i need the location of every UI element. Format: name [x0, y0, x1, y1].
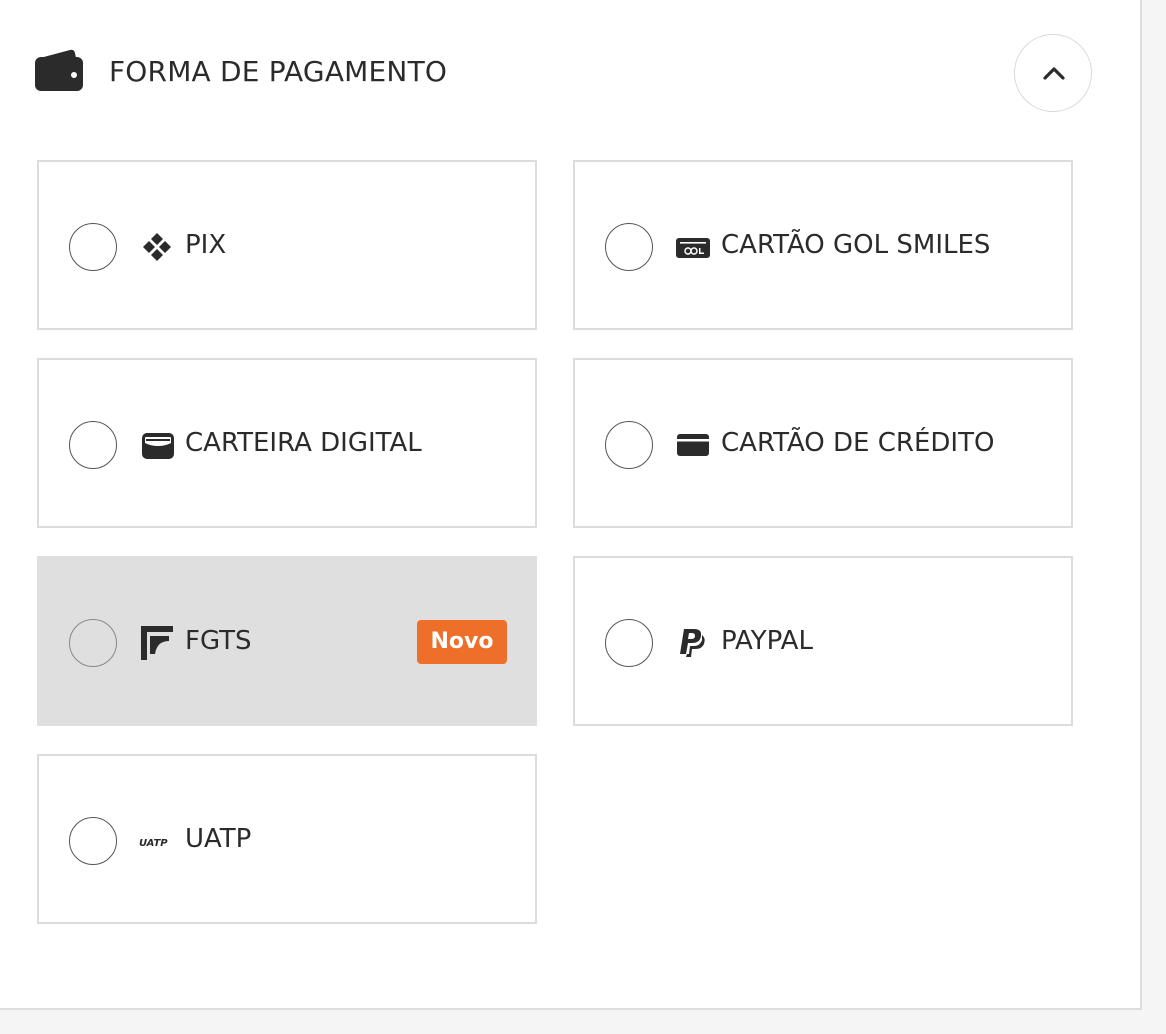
radio-button[interactable]	[605, 223, 653, 271]
fgts-icon	[139, 624, 175, 662]
pix-icon	[139, 232, 175, 262]
option-label: CARTEIRA DIGITAL	[185, 428, 422, 458]
option-label: PAYPAL	[721, 626, 813, 656]
option-label: UATP	[185, 824, 252, 854]
credit-card-icon	[675, 430, 711, 460]
new-badge: Novo	[417, 620, 507, 664]
option-label: PIX	[185, 230, 227, 260]
payment-option-uatp[interactable]: UATP UATP	[37, 754, 537, 924]
radio-button[interactable]	[69, 223, 117, 271]
chevron-up-icon	[1043, 67, 1065, 80]
payment-option-credit-card[interactable]: CARTÃO DE CRÉDITO	[573, 358, 1073, 528]
paypal-icon	[675, 628, 711, 658]
option-label: CARTÃO GOL SMILES	[721, 230, 991, 260]
gol-card-icon	[675, 232, 711, 262]
wallet-icon	[34, 48, 84, 92]
uatp-icon-text: UATP	[139, 838, 168, 849]
payment-option-pix[interactable]: PIX	[37, 160, 537, 330]
radio-button[interactable]	[69, 619, 117, 667]
radio-button[interactable]	[605, 421, 653, 469]
payment-option-gol-smiles[interactable]: CARTÃO GOL SMILES	[573, 160, 1073, 330]
radio-button[interactable]	[605, 619, 653, 667]
collapse-button[interactable]	[1014, 34, 1092, 112]
payment-option-fgts[interactable]: FGTS Novo	[37, 556, 537, 726]
payment-option-paypal[interactable]: PAYPAL	[573, 556, 1073, 726]
digital-wallet-icon	[139, 430, 175, 460]
option-label: CARTÃO DE CRÉDITO	[721, 428, 995, 458]
radio-button[interactable]	[69, 421, 117, 469]
payment-option-digital-wallet[interactable]: CARTEIRA DIGITAL	[37, 358, 537, 528]
section-title: FORMA DE PAGAMENTO	[109, 55, 448, 88]
radio-button[interactable]	[69, 817, 117, 865]
uatp-icon: UATP	[139, 826, 175, 856]
option-label: FGTS	[185, 626, 252, 656]
payment-method-panel: FORMA DE PAGAMENTO PIX CARTÃO GOL SMILES…	[0, 0, 1142, 1010]
